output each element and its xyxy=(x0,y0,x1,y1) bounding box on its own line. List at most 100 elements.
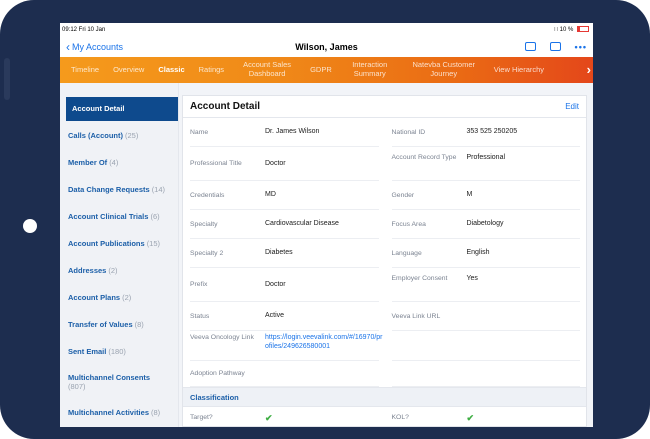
classification-section-header: Classification xyxy=(183,387,586,407)
chevron-left-icon: ‹ xyxy=(66,39,70,54)
main-content: Account Detail Calls (Account) (25) Membe… xyxy=(60,83,593,427)
field-credentials: Credentials MD xyxy=(183,181,385,210)
detail-grid: Name Dr. James Wilson National ID 353 525 … xyxy=(183,118,586,387)
field-value: Cardiovascular Disease xyxy=(265,220,339,228)
field-label: Language xyxy=(391,249,422,257)
tab-timeline[interactable]: Timeline xyxy=(64,65,106,75)
sidebar-item-label: Calls (Account) xyxy=(68,131,124,141)
sidebar-item-count: (8) xyxy=(134,320,144,330)
field-employer-consent: Employer Consent Yes xyxy=(385,268,587,302)
field-value: Doctor xyxy=(265,280,286,288)
page-title: Wilson, James xyxy=(295,41,358,52)
sidebar-item-label: Account Clinical Trials xyxy=(68,212,149,222)
oncology-link[interactable]: https://login.veevalink.com/#/16970/prof… xyxy=(265,334,383,352)
battery-icon xyxy=(577,26,589,33)
field-value: Diabetology xyxy=(466,220,504,228)
sidebar-item-account-detail[interactable]: Account Detail xyxy=(66,97,178,121)
field-value: Diabetes xyxy=(265,249,293,257)
field-label: Focus Area xyxy=(391,220,426,228)
field-label: Adoption Pathway xyxy=(190,370,245,378)
sidebar-item-multichannel-consents[interactable]: Multichannel Consents (807) xyxy=(60,366,178,400)
edit-button[interactable]: Edit xyxy=(565,102,579,111)
tab-natevba-customer-journey[interactable]: Natevba Customer Journey xyxy=(401,60,487,78)
field-empty xyxy=(385,331,587,361)
back-label: My Accounts xyxy=(72,41,124,52)
field-value: Professional xyxy=(466,154,506,161)
nav-bar: ‹ My Accounts Wilson, James ••• xyxy=(60,36,593,57)
wifi-icon: ∷ xyxy=(554,27,558,33)
field-value: Dr. James Wilson xyxy=(265,128,320,136)
app-screen: 09:12 Fri 10 Jan ∷ 10 % ‹ My Accounts Wi… xyxy=(60,23,593,427)
tab-classic[interactable]: Classic xyxy=(151,65,191,75)
sidebar-item-count: (4) xyxy=(109,158,119,168)
sidebar-item-count: (180) xyxy=(108,347,126,357)
sidebar-item-calls[interactable]: Calls (Account) (25) xyxy=(60,123,178,150)
field-empty xyxy=(385,361,587,387)
sidebar-item-count: (15) xyxy=(146,239,161,249)
detail-row: Adoption Pathway xyxy=(183,361,586,387)
battery-text: 10 % xyxy=(559,27,574,33)
id-card-icon[interactable] xyxy=(524,42,536,51)
sidebar-item-data-change-requests[interactable]: Data Change Requests (14) xyxy=(60,177,178,204)
detail-row: Specialty 2 Diabetes Language English xyxy=(183,239,586,268)
sidebar-item-member-of[interactable]: Member Of (4) xyxy=(60,150,178,177)
field-label: National ID xyxy=(391,128,426,136)
field-national-id: National ID 353 525 250205 xyxy=(385,118,587,147)
sidebar-item-label: Addresses xyxy=(68,266,107,276)
status-time: 09:12 Fri 10 Jan xyxy=(62,26,106,33)
sidebar-item-label: Member Of xyxy=(68,158,108,168)
field-focus-area: Focus Area Diabetology xyxy=(385,210,587,239)
field-value: MD xyxy=(265,191,276,199)
field-label: Professional Title xyxy=(190,160,242,168)
sidebar-item-publications[interactable]: Account Publications (15) xyxy=(60,231,178,258)
device-frame: 09:12 Fri 10 Jan ∷ 10 % ‹ My Accounts Wi… xyxy=(0,0,650,439)
calendar-icon[interactable] xyxy=(549,42,561,51)
detail-row: Veeva Oncology Link https://login.veevali… xyxy=(183,331,586,361)
field-label: Specialty xyxy=(190,220,218,228)
sidebar-item-account-plans[interactable]: Account Plans (2) xyxy=(60,285,178,312)
sidebar-item-addresses[interactable]: Addresses (2) xyxy=(60,258,178,285)
back-button[interactable]: ‹ My Accounts xyxy=(66,41,123,53)
tab-gdpr[interactable]: GDPR xyxy=(303,65,339,75)
tab-overview[interactable]: Overview xyxy=(106,65,151,75)
panel-header: Account Detail Edit xyxy=(183,96,586,118)
field-label: Prefix xyxy=(190,281,208,289)
tab-view-hierarchy[interactable]: View Hierarchy xyxy=(487,65,551,75)
chevron-right-icon[interactable]: › xyxy=(587,62,591,77)
field-label: KOL? xyxy=(391,414,409,422)
field-language: Language English xyxy=(385,239,587,268)
field-label: Account Record Type xyxy=(391,154,457,161)
sidebar-item-count: (14) xyxy=(151,185,166,195)
sidebar-item-transfer-of-values[interactable]: Transfer of Values (8) xyxy=(60,312,178,339)
field-gender: Gender M xyxy=(385,181,587,210)
sidebar-item-clinical-trials[interactable]: Account Clinical Trials (6) xyxy=(60,204,178,231)
field-value: Doctor xyxy=(265,159,286,167)
status-right: ∷ 10 % xyxy=(554,26,589,33)
device-side-button xyxy=(4,58,10,100)
field-prefix: Prefix Doctor xyxy=(183,268,385,302)
panel-title: Account Detail xyxy=(190,101,261,112)
detail-row: Prefix Doctor Employer Consent Yes xyxy=(183,268,586,302)
field-target: Target? ✔ xyxy=(183,407,385,427)
device-camera-dot xyxy=(23,219,37,233)
tab-interaction-summary[interactable]: Interaction Summary xyxy=(339,60,401,78)
sidebar-item-label: Account Plans xyxy=(68,293,121,303)
field-label: Employer Consent xyxy=(391,275,448,282)
detail-row: Name Dr. James Wilson National ID 353 525 … xyxy=(183,118,586,147)
field-name: Name Dr. James Wilson xyxy=(183,118,385,147)
sidebar-item-count: (807) xyxy=(68,382,86,391)
sidebar-item-sent-email[interactable]: Sent Email (180) xyxy=(60,339,178,366)
field-specialty-2: Specialty 2 Diabetes xyxy=(183,239,385,268)
check-icon: ✔ xyxy=(466,412,475,423)
sidebar-item-label: Account Publications xyxy=(68,239,145,249)
tab-account-sales-dashboard[interactable]: Account Sales Dashboard xyxy=(231,60,303,78)
tab-ratings[interactable]: Ratings xyxy=(192,65,231,75)
field-veeva-oncology-link: Veeva Oncology Link https://login.veevali… xyxy=(183,331,385,361)
field-label: Name xyxy=(190,128,209,136)
detail-row: Specialty Cardiovascular Disease Focus Ar… xyxy=(183,210,586,239)
sidebar-item-label: Data Change Requests xyxy=(68,185,150,195)
nav-actions: ••• xyxy=(524,42,587,52)
sidebar-item-multichannel-activities[interactable]: Multichannel Activities (8) xyxy=(60,400,178,427)
sidebar-item-label: Sent Email xyxy=(68,347,107,357)
more-icon[interactable]: ••• xyxy=(575,42,587,52)
